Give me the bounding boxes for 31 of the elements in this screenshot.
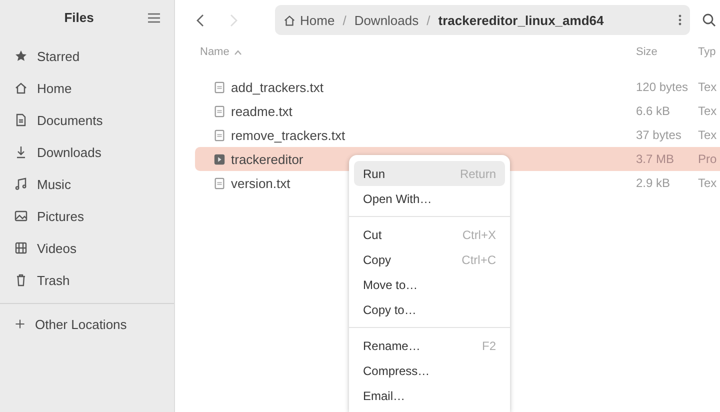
menu-item-label: Copy [363,252,392,266]
file-type: Tex [698,128,718,142]
file-name: trackereditor [231,152,304,166]
shortcut-label: F2 [482,338,496,352]
menu-item-label: Move to… [363,278,418,292]
menu-item-label: Run [363,166,386,180]
path-separator: / [342,12,346,28]
file-name: readme.txt [231,104,292,118]
shortcut-label: Ctrl+C [462,252,496,266]
file-name: version.txt [231,176,290,190]
menu-item-label: Email… [363,388,406,402]
file-type: Pro [698,152,718,166]
path-separator: / [426,12,430,28]
file-size: 3.7 MB [636,152,676,166]
file-type: Tex [698,176,718,190]
menu-item-label: Rename… [363,338,420,352]
file-size: 6.6 kB [636,104,672,118]
file-name: remove_trackers.txt [231,128,346,142]
menu-item-label: Open With… [363,192,432,206]
file-type: Tex [698,80,718,94]
shortcut-label: Return [460,166,496,180]
file-name: add_trackers.txt [231,80,324,94]
shortcut-label: Ctrl+X [462,228,496,242]
file-size: 120 bytes [636,80,690,94]
sidebar-title: Files [63,10,95,25]
menu-item-label: Cut [363,228,382,242]
file-size: 2.9 kB [636,176,672,190]
menu-item-label: Compress… [363,364,430,378]
file-type: Tex [698,104,718,118]
menu-item-label: Copy to… [363,302,416,316]
file-size: 37 bytes [636,128,682,142]
